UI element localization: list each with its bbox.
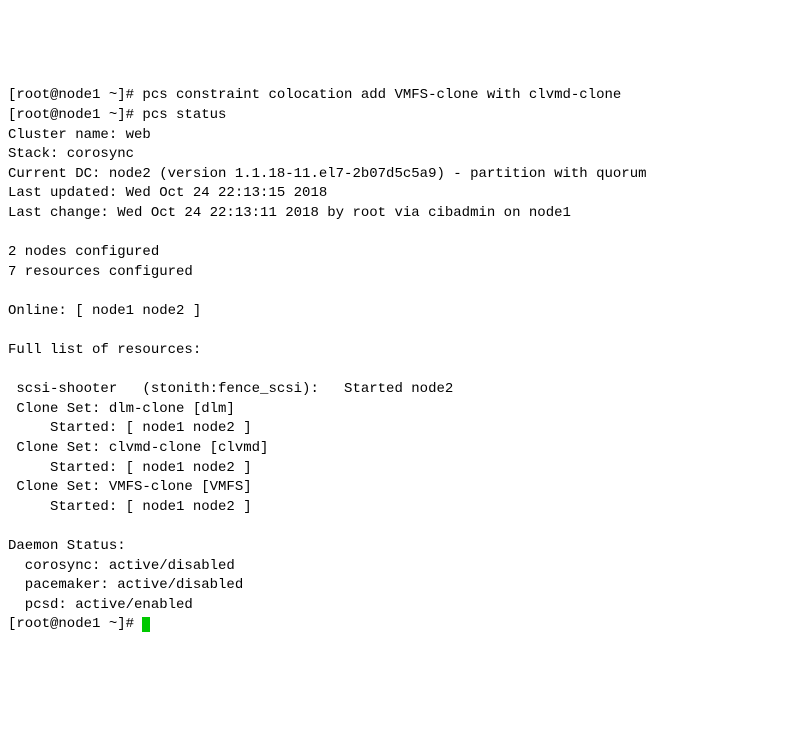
dlm-clone-line: Clone Set: dlm-clone [dlm] <box>8 401 235 417</box>
clvmd-started-line: Started: [ node1 node2 ] <box>8 460 252 476</box>
resources-header-line: Full list of resources: <box>8 342 201 358</box>
terminal-output[interactable]: [root@node1 ~]# pcs constraint colocatio… <box>8 86 792 635</box>
daemon-status-header-line: Daemon Status: <box>8 538 126 554</box>
online-nodes-line: Online: [ node1 node2 ] <box>8 303 201 319</box>
prompt-line-1: [root@node1 ~]# pcs constraint colocatio… <box>8 87 621 103</box>
current-dc-line: Current DC: node2 (version 1.1.18-11.el7… <box>8 166 647 182</box>
stack-line: Stack: corosync <box>8 146 134 162</box>
cluster-name-line: Cluster name: web <box>8 127 151 143</box>
prompt-line-3: [root@node1 ~]# <box>8 616 142 632</box>
scsi-shooter-line: scsi-shooter (stonith:fence_scsi): Start… <box>8 381 453 397</box>
vmfs-started-line: Started: [ node1 node2 ] <box>8 499 252 515</box>
last-change-line: Last change: Wed Oct 24 22:13:11 2018 by… <box>8 205 571 221</box>
terminal-cursor <box>142 617 150 632</box>
dlm-started-line: Started: [ node1 node2 ] <box>8 420 252 436</box>
nodes-configured-line: 2 nodes configured <box>8 244 159 260</box>
pacemaker-status-line: pacemaker: active/disabled <box>8 577 243 593</box>
last-updated-line: Last updated: Wed Oct 24 22:13:15 2018 <box>8 185 327 201</box>
resources-configured-line: 7 resources configured <box>8 264 193 280</box>
corosync-status-line: corosync: active/disabled <box>8 558 235 574</box>
pcsd-status-line: pcsd: active/enabled <box>8 597 193 613</box>
clvmd-clone-line: Clone Set: clvmd-clone [clvmd] <box>8 440 268 456</box>
prompt-line-2: [root@node1 ~]# pcs status <box>8 107 226 123</box>
vmfs-clone-line: Clone Set: VMFS-clone [VMFS] <box>8 479 252 495</box>
